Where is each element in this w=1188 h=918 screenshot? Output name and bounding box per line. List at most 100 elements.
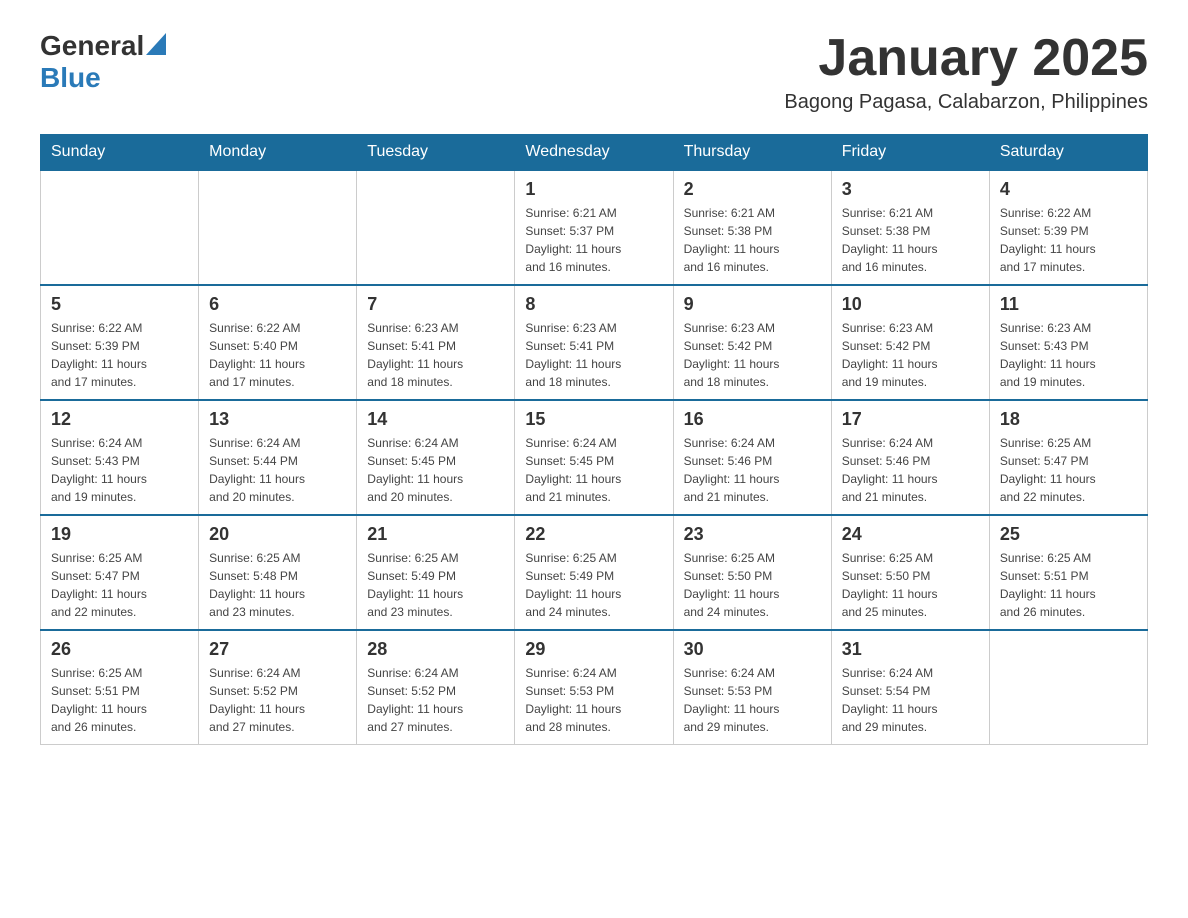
day-number: 19	[51, 524, 188, 545]
day-cell	[199, 170, 357, 285]
title-area: January 2025 Bagong Pagasa, Calabarzon, …	[784, 30, 1148, 114]
day-number: 3	[842, 179, 979, 200]
day-cell: 9 Sunrise: 6:23 AMSunset: 5:42 PMDaylight…	[673, 285, 831, 400]
day-number: 7	[367, 294, 504, 315]
calendar-title: January 2025	[784, 30, 1148, 87]
day-cell: 16Sunrise: 6:24 AMSunset: 5:46 PMDayligh…	[673, 400, 831, 515]
day-number: 13	[209, 409, 346, 430]
header-monday: Monday	[199, 135, 357, 171]
day-number: 24	[842, 524, 979, 545]
day-info: Sunrise: 6:24 AMSunset: 5:45 PMDaylight:…	[525, 434, 662, 506]
day-cell: 10 Sunrise: 6:23 AMSunset: 5:42 PMDayligh…	[831, 285, 989, 400]
day-info: Sunrise: 6:24 AMSunset: 5:52 PMDaylight:…	[367, 664, 504, 736]
day-cell: 31Sunrise: 6:24 AMSunset: 5:54 PMDayligh…	[831, 630, 989, 745]
week-row-1: 1Sunrise: 6:21 AMSunset: 5:37 PMDaylight…	[41, 170, 1148, 285]
day-info: Sunrise: 6:23 AMSunset: 5:41 PMDaylight:…	[525, 319, 662, 391]
day-info: Sunrise: 6:21 AMSunset: 5:38 PMDaylight:…	[684, 204, 821, 276]
day-number: 8	[525, 294, 662, 315]
week-row-3: 12 Sunrise: 6:24 AMSunset: 5:43 PMDayligh…	[41, 400, 1148, 515]
header-saturday: Saturday	[989, 135, 1147, 171]
day-cell: 2 Sunrise: 6:21 AMSunset: 5:38 PMDaylight…	[673, 170, 831, 285]
day-cell: 25 Sunrise: 6:25 AMSunset: 5:51 PMDayligh…	[989, 515, 1147, 630]
day-cell: 4 Sunrise: 6:22 AMSunset: 5:39 PMDaylight…	[989, 170, 1147, 285]
day-info: Sunrise: 6:22 AMSunset: 5:40 PMDaylight:…	[209, 319, 346, 391]
calendar-subtitle: Bagong Pagasa, Calabarzon, Philippines	[784, 91, 1148, 114]
day-number: 29	[525, 639, 662, 660]
day-info: Sunrise: 6:21 AMSunset: 5:38 PMDaylight:…	[842, 204, 979, 276]
day-cell: 26Sunrise: 6:25 AMSunset: 5:51 PMDayligh…	[41, 630, 199, 745]
day-cell: 8 Sunrise: 6:23 AMSunset: 5:41 PMDaylight…	[515, 285, 673, 400]
day-number: 4	[1000, 179, 1137, 200]
page-header: General Blue January 2025 Bagong Pagasa,…	[40, 30, 1148, 114]
week-row-2: 5 Sunrise: 6:22 AMSunset: 5:39 PMDaylight…	[41, 285, 1148, 400]
day-cell: 20Sunrise: 6:25 AMSunset: 5:48 PMDayligh…	[199, 515, 357, 630]
day-number: 25	[1000, 524, 1137, 545]
day-cell: 30 Sunrise: 6:24 AMSunset: 5:53 PMDayligh…	[673, 630, 831, 745]
day-number: 22	[525, 524, 662, 545]
day-cell: 12 Sunrise: 6:24 AMSunset: 5:43 PMDayligh…	[41, 400, 199, 515]
day-number: 1	[525, 179, 662, 200]
day-info: Sunrise: 6:24 AMSunset: 5:43 PMDaylight:…	[51, 434, 188, 506]
day-cell: 3 Sunrise: 6:21 AMSunset: 5:38 PMDaylight…	[831, 170, 989, 285]
day-number: 6	[209, 294, 346, 315]
week-row-4: 19 Sunrise: 6:25 AMSunset: 5:47 PMDayligh…	[41, 515, 1148, 630]
day-info: Sunrise: 6:23 AMSunset: 5:41 PMDaylight:…	[367, 319, 504, 391]
logo: General Blue	[40, 30, 166, 94]
day-number: 28	[367, 639, 504, 660]
header-friday: Friday	[831, 135, 989, 171]
day-number: 17	[842, 409, 979, 430]
day-info: Sunrise: 6:25 AMSunset: 5:49 PMDaylight:…	[367, 549, 504, 621]
day-number: 15	[525, 409, 662, 430]
day-number: 27	[209, 639, 346, 660]
header-row: SundayMondayTuesdayWednesdayThursdayFrid…	[41, 135, 1148, 171]
day-cell: 24 Sunrise: 6:25 AMSunset: 5:50 PMDayligh…	[831, 515, 989, 630]
header-tuesday: Tuesday	[357, 135, 515, 171]
day-cell	[989, 630, 1147, 745]
logo-blue-text: Blue	[40, 62, 101, 94]
day-cell: 1Sunrise: 6:21 AMSunset: 5:37 PMDaylight…	[515, 170, 673, 285]
day-cell: 7 Sunrise: 6:23 AMSunset: 5:41 PMDaylight…	[357, 285, 515, 400]
logo-general-text: General	[40, 30, 144, 62]
day-info: Sunrise: 6:25 AMSunset: 5:50 PMDaylight:…	[684, 549, 821, 621]
header-thursday: Thursday	[673, 135, 831, 171]
day-info: Sunrise: 6:25 AMSunset: 5:47 PMDaylight:…	[51, 549, 188, 621]
day-cell: 18 Sunrise: 6:25 AMSunset: 5:47 PMDayligh…	[989, 400, 1147, 515]
day-info: Sunrise: 6:25 AMSunset: 5:51 PMDaylight:…	[1000, 549, 1137, 621]
day-number: 26	[51, 639, 188, 660]
day-number: 14	[367, 409, 504, 430]
day-number: 2	[684, 179, 821, 200]
day-cell	[357, 170, 515, 285]
day-cell: 28 Sunrise: 6:24 AMSunset: 5:52 PMDayligh…	[357, 630, 515, 745]
day-number: 16	[684, 409, 821, 430]
day-cell: 11Sunrise: 6:23 AMSunset: 5:43 PMDayligh…	[989, 285, 1147, 400]
day-info: Sunrise: 6:23 AMSunset: 5:42 PMDaylight:…	[842, 319, 979, 391]
logo-triangle-icon	[146, 33, 166, 55]
day-info: Sunrise: 6:25 AMSunset: 5:49 PMDaylight:…	[525, 549, 662, 621]
day-cell: 22 Sunrise: 6:25 AMSunset: 5:49 PMDayligh…	[515, 515, 673, 630]
day-number: 18	[1000, 409, 1137, 430]
day-number: 20	[209, 524, 346, 545]
day-cell: 29 Sunrise: 6:24 AMSunset: 5:53 PMDayligh…	[515, 630, 673, 745]
day-number: 9	[684, 294, 821, 315]
day-info: Sunrise: 6:24 AMSunset: 5:53 PMDaylight:…	[684, 664, 821, 736]
day-info: Sunrise: 6:24 AMSunset: 5:53 PMDaylight:…	[525, 664, 662, 736]
day-info: Sunrise: 6:24 AMSunset: 5:52 PMDaylight:…	[209, 664, 346, 736]
day-info: Sunrise: 6:24 AMSunset: 5:44 PMDaylight:…	[209, 434, 346, 506]
day-info: Sunrise: 6:25 AMSunset: 5:47 PMDaylight:…	[1000, 434, 1137, 506]
header-wednesday: Wednesday	[515, 135, 673, 171]
day-cell: 15 Sunrise: 6:24 AMSunset: 5:45 PMDayligh…	[515, 400, 673, 515]
day-cell: 17Sunrise: 6:24 AMSunset: 5:46 PMDayligh…	[831, 400, 989, 515]
day-number: 30	[684, 639, 821, 660]
day-number: 31	[842, 639, 979, 660]
day-info: Sunrise: 6:22 AMSunset: 5:39 PMDaylight:…	[1000, 204, 1137, 276]
day-number: 12	[51, 409, 188, 430]
day-info: Sunrise: 6:22 AMSunset: 5:39 PMDaylight:…	[51, 319, 188, 391]
day-number: 10	[842, 294, 979, 315]
day-cell: 23 Sunrise: 6:25 AMSunset: 5:50 PMDayligh…	[673, 515, 831, 630]
day-info: Sunrise: 6:23 AMSunset: 5:42 PMDaylight:…	[684, 319, 821, 391]
day-number: 5	[51, 294, 188, 315]
day-info: Sunrise: 6:25 AMSunset: 5:50 PMDaylight:…	[842, 549, 979, 621]
day-number: 21	[367, 524, 504, 545]
calendar-table: SundayMondayTuesdayWednesdayThursdayFrid…	[40, 134, 1148, 745]
day-number: 23	[684, 524, 821, 545]
